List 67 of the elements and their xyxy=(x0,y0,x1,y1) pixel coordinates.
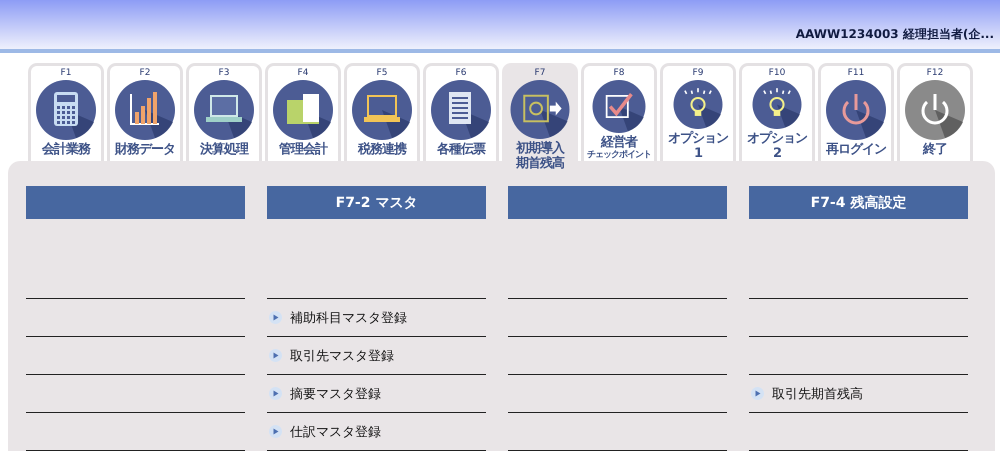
app-icon xyxy=(273,80,333,140)
function-key: F4 xyxy=(298,68,308,79)
column-header: F7-2 マスタ xyxy=(267,186,486,219)
function-tab[interactable]: F4 管理会計 xyxy=(265,63,341,161)
play-icon xyxy=(751,387,764,400)
tab-label: 期首残高 xyxy=(516,156,564,171)
tab-label: 2 xyxy=(772,146,782,161)
menu-link-text: 仕訳マスタ登録 xyxy=(290,424,381,440)
function-tab[interactable]: F11 再ログイン xyxy=(818,63,894,161)
function-key: F8 xyxy=(614,68,624,79)
column-header: F7-4 残高設定 xyxy=(749,186,968,219)
app-icon xyxy=(194,80,254,140)
app-icon xyxy=(115,80,175,140)
app-icon xyxy=(905,80,965,140)
menu-link-text: 摘要マスタ登録 xyxy=(290,386,381,402)
function-key: F2 xyxy=(140,68,150,79)
menu-link[interactable]: 摘要マスタ登録 xyxy=(269,384,381,402)
function-tab[interactable]: F2 財務データ xyxy=(107,63,183,161)
function-tab[interactable]: F6 各種伝票 xyxy=(423,63,499,161)
function-key: F1 xyxy=(60,68,72,79)
tab-label: 再ログイン xyxy=(826,142,886,157)
play-icon xyxy=(269,387,282,400)
function-tab[interactable]: F3 決算処理 xyxy=(186,63,262,161)
tab-label: 終了 xyxy=(923,142,947,157)
tab-label: オプション xyxy=(747,131,807,146)
menu-link[interactable]: 取引先期首残高 xyxy=(751,384,863,402)
app-icon xyxy=(352,80,412,140)
tab-label: 税務連携 xyxy=(358,142,406,157)
function-tab[interactable]: F9 オプション 1 xyxy=(660,63,736,161)
app-icon xyxy=(36,80,96,140)
function-key: F9 xyxy=(692,68,704,79)
user-name: AAWW1234003 経理担当者(企... xyxy=(796,26,994,43)
function-key: F12 xyxy=(926,68,944,79)
function-tab[interactable]: F10 オプション 2 xyxy=(739,63,815,161)
function-tab[interactable]: F1 会計業務 xyxy=(28,63,104,161)
tab-label: 初期導入 xyxy=(516,141,564,156)
function-key: F7 xyxy=(534,68,546,79)
menu-link-text: 取引先期首残高 xyxy=(772,386,863,402)
menu-link[interactable]: 補助科目マスタ登録 xyxy=(269,308,407,326)
app-icon xyxy=(431,80,491,140)
function-key: F10 xyxy=(768,68,786,79)
play-icon xyxy=(269,311,282,324)
tab-label: 経営者 xyxy=(601,135,637,150)
menu-link[interactable]: 仕訳マスタ登録 xyxy=(269,422,381,440)
function-key: F5 xyxy=(376,68,388,79)
function-key: F3 xyxy=(218,68,230,79)
tab-label: 財務データ xyxy=(115,142,175,157)
tab-label: 会計業務 xyxy=(42,142,90,157)
tab-label: 各種伝票 xyxy=(437,142,485,157)
tab-label: 決算処理 xyxy=(200,142,248,157)
tab-label: 管理会計 xyxy=(279,142,327,157)
tab-sublabel: チェックポイント xyxy=(587,150,651,161)
app-icon xyxy=(510,80,570,139)
app-icon xyxy=(826,80,886,140)
function-key: F11 xyxy=(848,68,864,79)
menu-link-text: 補助科目マスタ登録 xyxy=(290,310,407,326)
function-tab[interactable]: F5 税務連携 xyxy=(344,63,420,161)
function-tab[interactable]: F12 終了 xyxy=(897,63,973,161)
menu-link-text: 取引先マスタ登録 xyxy=(290,348,394,364)
function-tab[interactable]: F7 初期導入 期首残高 xyxy=(502,63,578,171)
play-icon xyxy=(269,425,282,438)
function-key: F6 xyxy=(456,68,466,79)
tab-label: 1 xyxy=(694,146,702,161)
play-icon xyxy=(269,349,282,362)
menu-link[interactable]: 取引先マスタ登録 xyxy=(269,346,394,364)
function-tab[interactable]: F8 経営者 チェックポイント xyxy=(581,63,657,161)
tab-label: オプション xyxy=(668,131,728,146)
